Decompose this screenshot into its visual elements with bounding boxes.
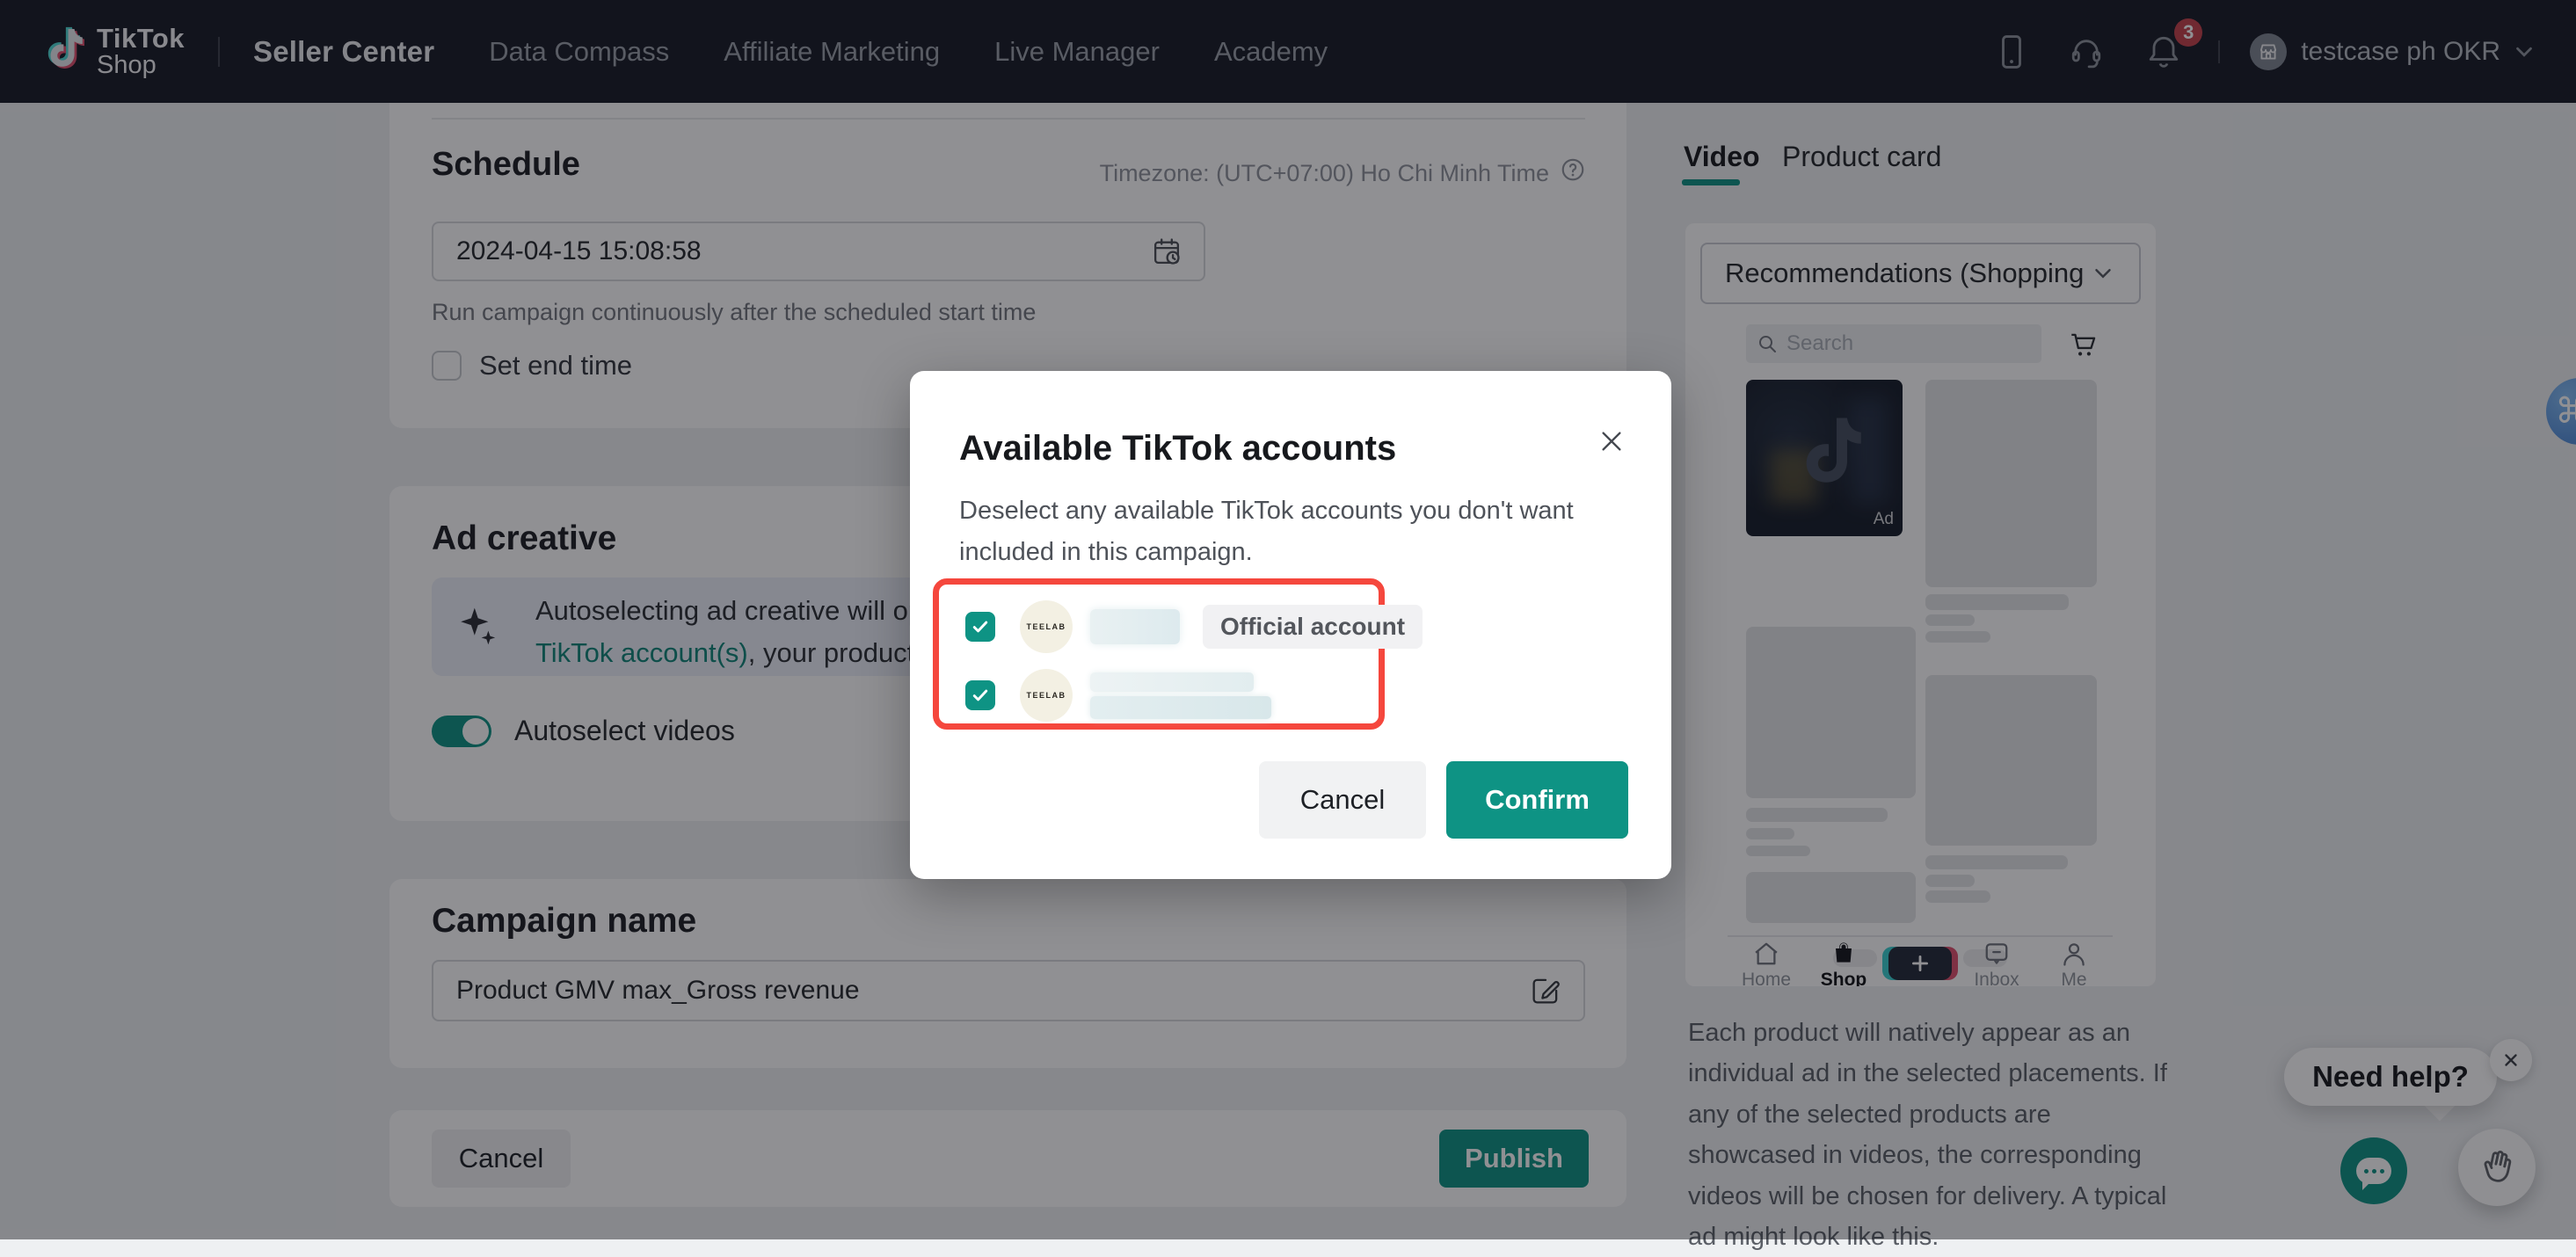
account-avatar: TEELAB: [1020, 669, 1073, 722]
modal-title: Available TikTok accounts: [959, 429, 1396, 469]
account-name-blurred: [1090, 672, 1271, 719]
account-row[interactable]: TEELAB Official account: [939, 600, 1379, 653]
modal-description: Deselect any available TikTok accounts y…: [959, 490, 1606, 574]
official-account-badge: Official account: [1203, 605, 1423, 649]
account-checkbox-checked[interactable]: [965, 612, 995, 642]
modal-close-icon[interactable]: [1597, 427, 1626, 455]
account-name-blurred: [1090, 609, 1180, 644]
account-row[interactable]: TEELAB: [939, 669, 1379, 722]
account-checkbox-checked[interactable]: [965, 680, 995, 710]
available-accounts-modal: Available TikTok accounts Deselect any a…: [910, 371, 1671, 879]
modal-confirm-button[interactable]: Confirm: [1446, 761, 1628, 839]
account-avatar: TEELAB: [1020, 600, 1073, 653]
modal-cancel-button[interactable]: Cancel: [1259, 761, 1426, 839]
accounts-highlight-box: TEELAB Official account TEELAB: [933, 578, 1385, 730]
